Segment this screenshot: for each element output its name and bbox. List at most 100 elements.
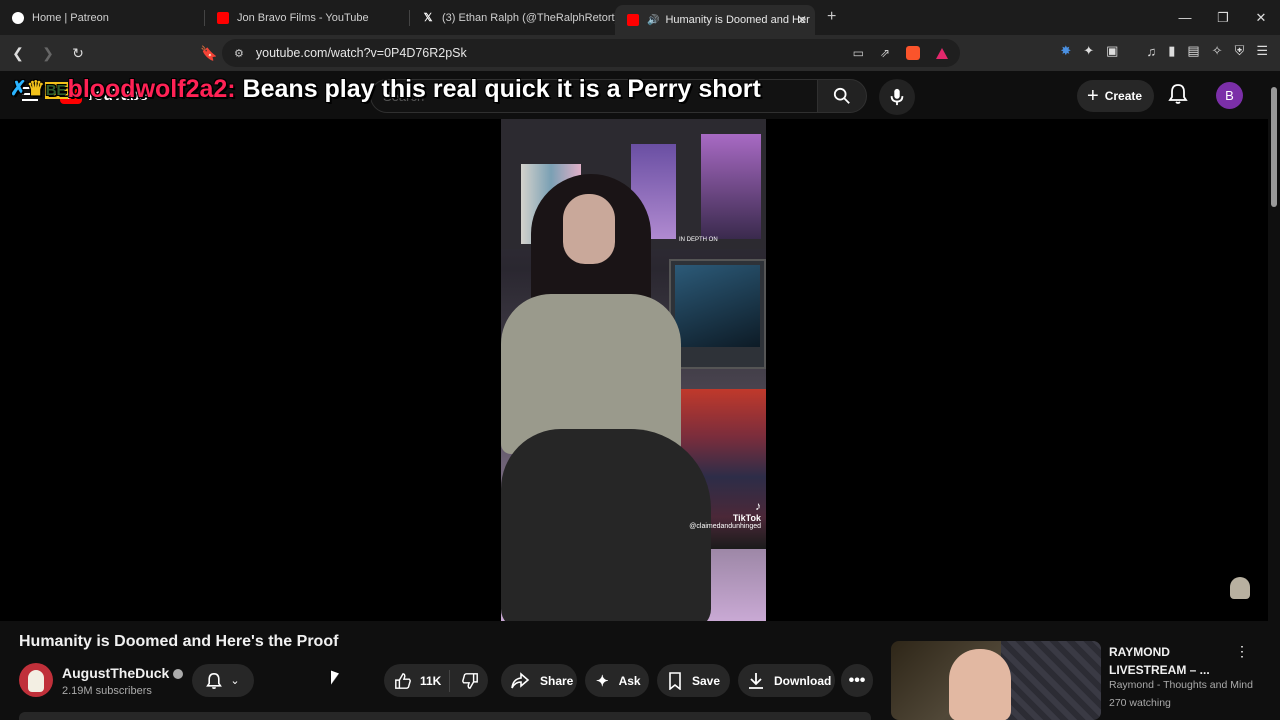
scrollbar-thumb[interactable]	[1271, 87, 1277, 207]
thumbs-down-icon	[462, 672, 478, 689]
patreon-icon	[12, 11, 24, 24]
share-page-icon[interactable]: ⇗	[880, 46, 890, 60]
book-cover-text: IN DEPTH ON	[679, 237, 718, 243]
mouse-cursor	[331, 670, 339, 688]
search-button[interactable]	[817, 79, 867, 113]
duck-sticker	[1230, 577, 1250, 599]
person-legs	[501, 429, 711, 621]
screenshot-icon[interactable]: ▣	[1106, 43, 1118, 59]
download-button[interactable]: Download	[738, 664, 835, 697]
sidebar-icon[interactable]: ▮	[1168, 43, 1175, 59]
browser-tab[interactable]: Home | Patreon	[0, 0, 205, 35]
video-player[interactable]: IN DEPTH ON ♪ TikTok @claimedandunhinged	[0, 119, 1268, 621]
bookmark-icon	[669, 671, 681, 690]
search-icon	[833, 87, 850, 104]
recommended-channel[interactable]: Raymond - Thoughts and Mind	[1109, 679, 1253, 691]
microphone-icon	[890, 88, 904, 106]
chat-message: Beans play this real quick it is a Perry…	[235, 75, 761, 103]
vpn-icon[interactable]: ⛨	[1235, 43, 1245, 59]
youtube-icon	[217, 11, 229, 24]
url-text[interactable]: youtube.com/watch?v=0P4D76R2pSk	[256, 46, 467, 60]
like-count: 11K	[420, 673, 442, 688]
create-button[interactable]: + Create	[1077, 80, 1155, 112]
sparkle-icon: ✦	[596, 672, 609, 690]
notifications-button[interactable]	[1168, 83, 1188, 110]
create-label: Create	[1104, 89, 1143, 103]
chat-username: bloodwolf2a2:	[67, 75, 236, 103]
video-frame: IN DEPTH ON ♪ TikTok @claimedandunhinged	[501, 119, 766, 621]
address-bar[interactable]: ⚙ youtube.com/watch?v=0P4D76R2pSk ▭ ⇗	[222, 39, 960, 67]
download-label: Download	[774, 673, 832, 688]
wallet-icon[interactable]: ▤	[1187, 43, 1199, 59]
tab-title: (3) Ethan Ralph (@TheRalphRetort) /	[442, 11, 615, 24]
channel-avatar[interactable]	[19, 663, 53, 697]
tiktok-logo-icon: ♪	[755, 499, 761, 513]
recommended-video-title[interactable]: RAYMOND LIVESTREAM – ...	[1109, 643, 1224, 679]
like-dislike-group: 11K	[384, 664, 488, 697]
subscribed-button[interactable]: ⌄	[192, 664, 254, 697]
brave-rewards-icon[interactable]	[936, 47, 948, 59]
music-icon[interactable]: ♫	[1146, 44, 1156, 59]
browser-tab[interactable]: Jon Bravo Films - YouTube	[205, 0, 410, 35]
voice-search-button[interactable]	[879, 79, 915, 115]
browser-toolbar: ❮ ❯ ↻ 🔖 ⚙ youtube.com/watch?v=0P4D76R2pS…	[0, 35, 1280, 71]
recommended-video-thumbnail[interactable]	[891, 641, 1101, 720]
account-avatar[interactable]: B	[1216, 82, 1243, 109]
more-vertical-icon[interactable]: ⋮	[1235, 643, 1249, 660]
channel-name[interactable]: AugustTheDuck	[62, 665, 169, 681]
page-viewport: YouTube + Create B	[0, 71, 1280, 720]
share-icon	[511, 671, 530, 688]
cast-icon[interactable]: ▭	[853, 46, 864, 60]
browser-tab-bar: Home | Patreon Jon Bravo Films - YouTube…	[0, 0, 1280, 35]
plus-icon: +	[1087, 84, 1099, 107]
reload-icon[interactable]: ↻	[66, 45, 90, 62]
more-actions-button[interactable]: •••	[841, 664, 873, 697]
subscriber-count: 2.19M subscribers	[62, 685, 152, 697]
save-button[interactable]: Save	[657, 664, 730, 697]
x-icon: 𝕏	[423, 12, 433, 24]
site-settings-icon[interactable]: ⚙	[234, 47, 244, 60]
thumbs-up-icon	[395, 672, 411, 689]
ask-button[interactable]: ✦ Ask	[585, 664, 649, 697]
chat-overlay: ✗♛BE bloodwolf2a2: Beans play this real …	[10, 71, 770, 109]
crown-badge-icon: ♛	[26, 78, 45, 101]
window-controls: — ❐ ✕	[1166, 0, 1280, 35]
back-icon[interactable]: ❮	[6, 45, 30, 62]
bookmark-icon[interactable]: 🔖	[197, 45, 221, 62]
recommended-watching-count: 270 watching	[1109, 697, 1171, 709]
menu-icon[interactable]: ☰	[1256, 43, 1268, 59]
channel-name-row[interactable]: AugustTheDuck	[62, 665, 184, 681]
description-box[interactable]	[19, 712, 871, 720]
ask-label: Ask	[618, 673, 641, 688]
save-label: Save	[692, 673, 721, 688]
laptop	[669, 259, 766, 369]
tab-title: Humanity is Doomed and Her	[665, 14, 810, 26]
minimize-icon[interactable]: —	[1166, 10, 1204, 25]
browser-tab-active[interactable]: 🔊 Humanity is Doomed and Her ✕	[615, 5, 815, 35]
browser-tab[interactable]: 𝕏 (3) Ethan Ralph (@TheRalphRetort) /	[410, 0, 615, 35]
page-scrollbar[interactable]	[1268, 71, 1280, 720]
like-button[interactable]: 11K	[384, 669, 450, 692]
tab-title: Jon Bravo Films - YouTube	[237, 11, 369, 24]
share-label: Share	[540, 673, 574, 688]
video-title: Humanity is Doomed and Here's the Proof	[19, 633, 339, 650]
share-button[interactable]: Share	[501, 664, 577, 697]
brave-shields-icon[interactable]	[906, 46, 920, 60]
forward-icon[interactable]: ❯	[36, 45, 60, 62]
new-tab-button[interactable]: +	[827, 8, 836, 26]
puzzle-icon[interactable]: ✦	[1083, 43, 1094, 59]
leo-ai-icon[interactable]: ✧	[1212, 43, 1223, 59]
close-tab-icon[interactable]: ✕	[797, 13, 807, 27]
restore-icon[interactable]: ❐	[1204, 10, 1242, 26]
sword-badge-icon: ✗	[10, 78, 27, 101]
book	[701, 134, 761, 239]
be-badge: BE	[44, 82, 68, 100]
chevron-down-icon: ⌄	[230, 675, 240, 687]
speaker-icon[interactable]: 🔊	[647, 15, 659, 26]
close-window-icon[interactable]: ✕	[1242, 10, 1280, 26]
dislike-button[interactable]	[450, 672, 479, 690]
tab-title: Home | Patreon	[32, 11, 109, 24]
tiktok-brand: TikTok	[732, 513, 761, 523]
extension-icon[interactable]: ✸	[1060, 43, 1071, 59]
youtube-icon	[627, 14, 639, 26]
